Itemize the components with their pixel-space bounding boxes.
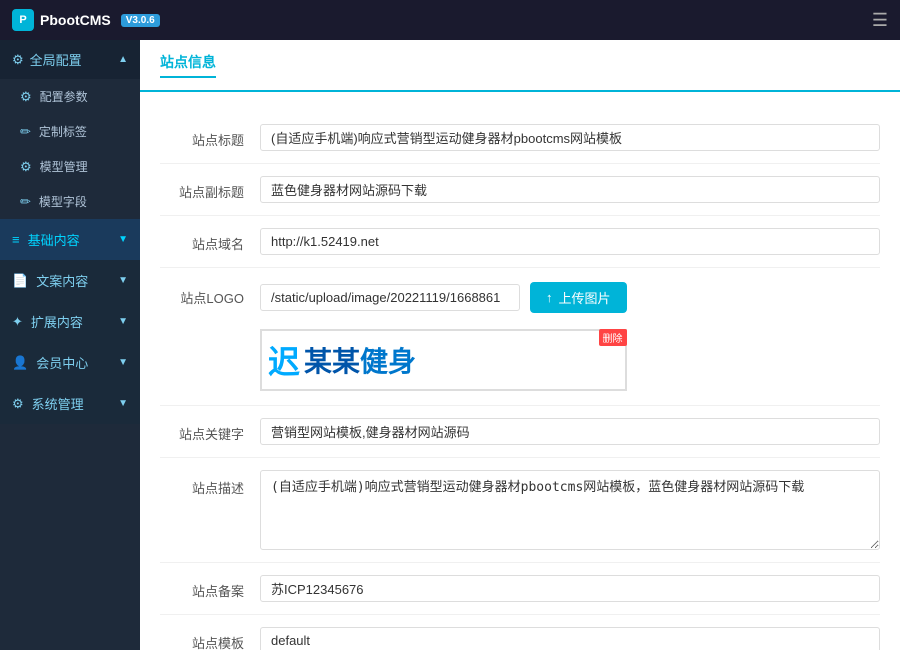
topbar: P PbootCMS V3.0.6 ☰	[0, 0, 900, 40]
extend-arrow: ▼	[118, 316, 128, 327]
site-logo-label: 站点LOGO	[160, 282, 260, 307]
form-row-template: 站点模板	[160, 615, 880, 650]
main-layout: ⚙ 全局配置 ▲ ⚙ 配置参数 ✏ 定制标签 ⚙ 模型管理 ✏ 模型字段 ≡ 基…	[0, 40, 900, 650]
sidebar-section-global[interactable]: ⚙ 全局配置 ▲	[0, 40, 140, 79]
site-template-label: 站点模板	[160, 627, 260, 650]
site-title-input[interactable]	[260, 124, 880, 151]
system-icon: ⚙	[12, 396, 24, 412]
sidebar-section-extend[interactable]: ✦ 扩展内容 ▼	[0, 301, 140, 342]
content-icon: 📄	[12, 273, 28, 289]
logo-text-part2: 健身	[360, 346, 416, 377]
sidebar-section-member[interactable]: 👤 会员中心 ▼	[0, 342, 140, 383]
site-subtitle-value	[260, 176, 880, 203]
form-row-keywords: 站点关键字	[160, 406, 880, 458]
site-title-label: 站点标题	[160, 124, 260, 149]
global-config-label: 全局配置	[30, 50, 82, 69]
upload-icon: ↑	[546, 290, 553, 305]
version-badge: V3.0.6	[121, 14, 160, 27]
global-config-arrow: ▲	[118, 54, 128, 65]
app-logo: P PbootCMS V3.0.6	[12, 9, 160, 31]
site-subtitle-label: 站点副标题	[160, 176, 260, 201]
logo-path-input[interactable]	[260, 284, 520, 311]
sidebar-item-config[interactable]: ⚙ 配置参数	[0, 79, 140, 114]
models-label: 模型管理	[40, 158, 88, 175]
site-domain-label: 站点域名	[160, 228, 260, 253]
tags-label: 定制标签	[39, 123, 87, 140]
basic-arrow: ▼	[118, 234, 128, 245]
sidebar: ⚙ 全局配置 ▲ ⚙ 配置参数 ✏ 定制标签 ⚙ 模型管理 ✏ 模型字段 ≡ 基…	[0, 40, 140, 650]
extend-label: 扩展内容	[31, 312, 83, 331]
site-subtitle-input[interactable]	[260, 176, 880, 203]
content-area: 站点信息 站点标题 站点副标题 站点域名	[140, 40, 900, 650]
sidebar-item-models[interactable]: ⚙ 模型管理	[0, 149, 140, 184]
member-icon: 👤	[12, 355, 28, 371]
site-record-label: 站点备案	[160, 575, 260, 600]
models-icon: ⚙	[20, 159, 32, 175]
site-description-input[interactable]	[260, 470, 880, 550]
logo-preview-wrapper: 迟 某某健身 删除	[260, 329, 627, 391]
site-description-value	[260, 470, 880, 550]
sidebar-section-content[interactable]: 📄 文案内容 ▼	[0, 260, 140, 301]
logo-text: 某某健身	[304, 340, 416, 380]
form-row-domain: 站点域名	[160, 216, 880, 268]
logo-preview: 迟 某某健身	[260, 329, 627, 391]
delete-badge[interactable]: 删除	[599, 329, 627, 346]
fields-icon: ✏	[20, 194, 31, 210]
form-row-record: 站点备案	[160, 563, 880, 615]
menu-icon[interactable]: ☰	[872, 10, 888, 31]
site-domain-input[interactable]	[260, 228, 880, 255]
site-logo-value: ↑ 上传图片 迟 某某健身 删除	[260, 282, 880, 391]
basic-icon: ≡	[12, 232, 20, 247]
site-description-label: 站点描述	[160, 470, 260, 497]
sidebar-section-basic[interactable]: ≡ 基础内容 ▼	[0, 219, 140, 260]
site-title-value	[260, 124, 880, 151]
config-label: 配置参数	[40, 88, 88, 105]
site-template-value	[260, 627, 880, 650]
form-row-description: 站点描述	[160, 458, 880, 563]
form-container: 站点标题 站点副标题 站点域名 站点LOGO	[140, 92, 900, 650]
logo-text-part1: 某某	[304, 346, 360, 377]
form-row-logo: 站点LOGO ↑ 上传图片 迟	[160, 268, 880, 406]
config-icon: ⚙	[20, 89, 32, 105]
site-keywords-input[interactable]	[260, 418, 880, 445]
logo-icon: P	[12, 9, 34, 31]
system-arrow: ▼	[118, 398, 128, 409]
member-label: 会员中心	[36, 353, 88, 372]
member-arrow: ▼	[118, 357, 128, 368]
global-config-icon: ⚙	[12, 52, 24, 68]
system-label: 系统管理	[32, 394, 84, 413]
sidebar-item-fields[interactable]: ✏ 模型字段	[0, 184, 140, 219]
site-keywords-label: 站点关键字	[160, 418, 260, 443]
content-label: 文案内容	[36, 271, 88, 290]
site-domain-value	[260, 228, 880, 255]
sidebar-section-system[interactable]: ⚙ 系统管理 ▼	[0, 383, 140, 424]
content-header: 站点信息	[140, 40, 900, 92]
site-record-input[interactable]	[260, 575, 880, 602]
site-template-input[interactable]	[260, 627, 880, 650]
logo-preview-area: ↑ 上传图片 迟 某某健身 删除	[260, 282, 627, 391]
fields-label: 模型字段	[39, 193, 87, 210]
form-row-subtitle: 站点副标题	[160, 164, 880, 216]
site-keywords-value	[260, 418, 880, 445]
extend-icon: ✦	[12, 314, 23, 330]
sidebar-item-tags[interactable]: ✏ 定制标签	[0, 114, 140, 149]
form-row-title: 站点标题	[160, 112, 880, 164]
content-arrow: ▼	[118, 275, 128, 286]
upload-btn-label: 上传图片	[559, 288, 611, 307]
app-name: PbootCMS	[40, 12, 111, 28]
site-record-value	[260, 575, 880, 602]
basic-label: 基础内容	[28, 230, 80, 249]
logo-first-row: ↑ 上传图片	[260, 282, 627, 313]
logo-symbol: 迟	[268, 337, 300, 383]
tags-icon: ✏	[20, 124, 31, 140]
upload-button[interactable]: ↑ 上传图片	[530, 282, 627, 313]
page-title: 站点信息	[160, 52, 216, 78]
